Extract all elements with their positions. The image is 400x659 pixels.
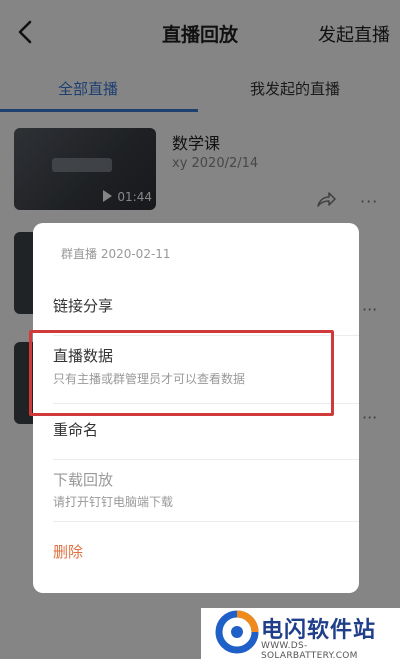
menu-item-share-link[interactable]: 链接分享	[33, 275, 359, 335]
menu-item-hint: 请打开钉钉电脑端下载	[53, 495, 174, 509]
highlight-annotation	[29, 330, 334, 416]
menu-item-label: 链接分享	[53, 297, 114, 315]
menu-item-label: 删除	[53, 543, 84, 561]
site-watermark: 电闪软件站 WWW.DS-SOLARBATTERY.COM	[201, 608, 400, 659]
sheet-header: 群直播 2020-02-11	[61, 247, 171, 261]
menu-item-label: 下载回放	[53, 471, 114, 489]
site-logo-icon	[215, 610, 259, 654]
menu-item-download-replay: 下载回放 请打开钉钉电脑端下载	[33, 459, 359, 521]
watermark-title: 电闪软件站	[261, 618, 377, 643]
menu-item-delete[interactable]: 删除	[33, 521, 359, 581]
menu-item-label: 重命名	[53, 421, 99, 439]
watermark-url: WWW.DS-SOLARBATTERY.COM	[261, 641, 358, 659]
